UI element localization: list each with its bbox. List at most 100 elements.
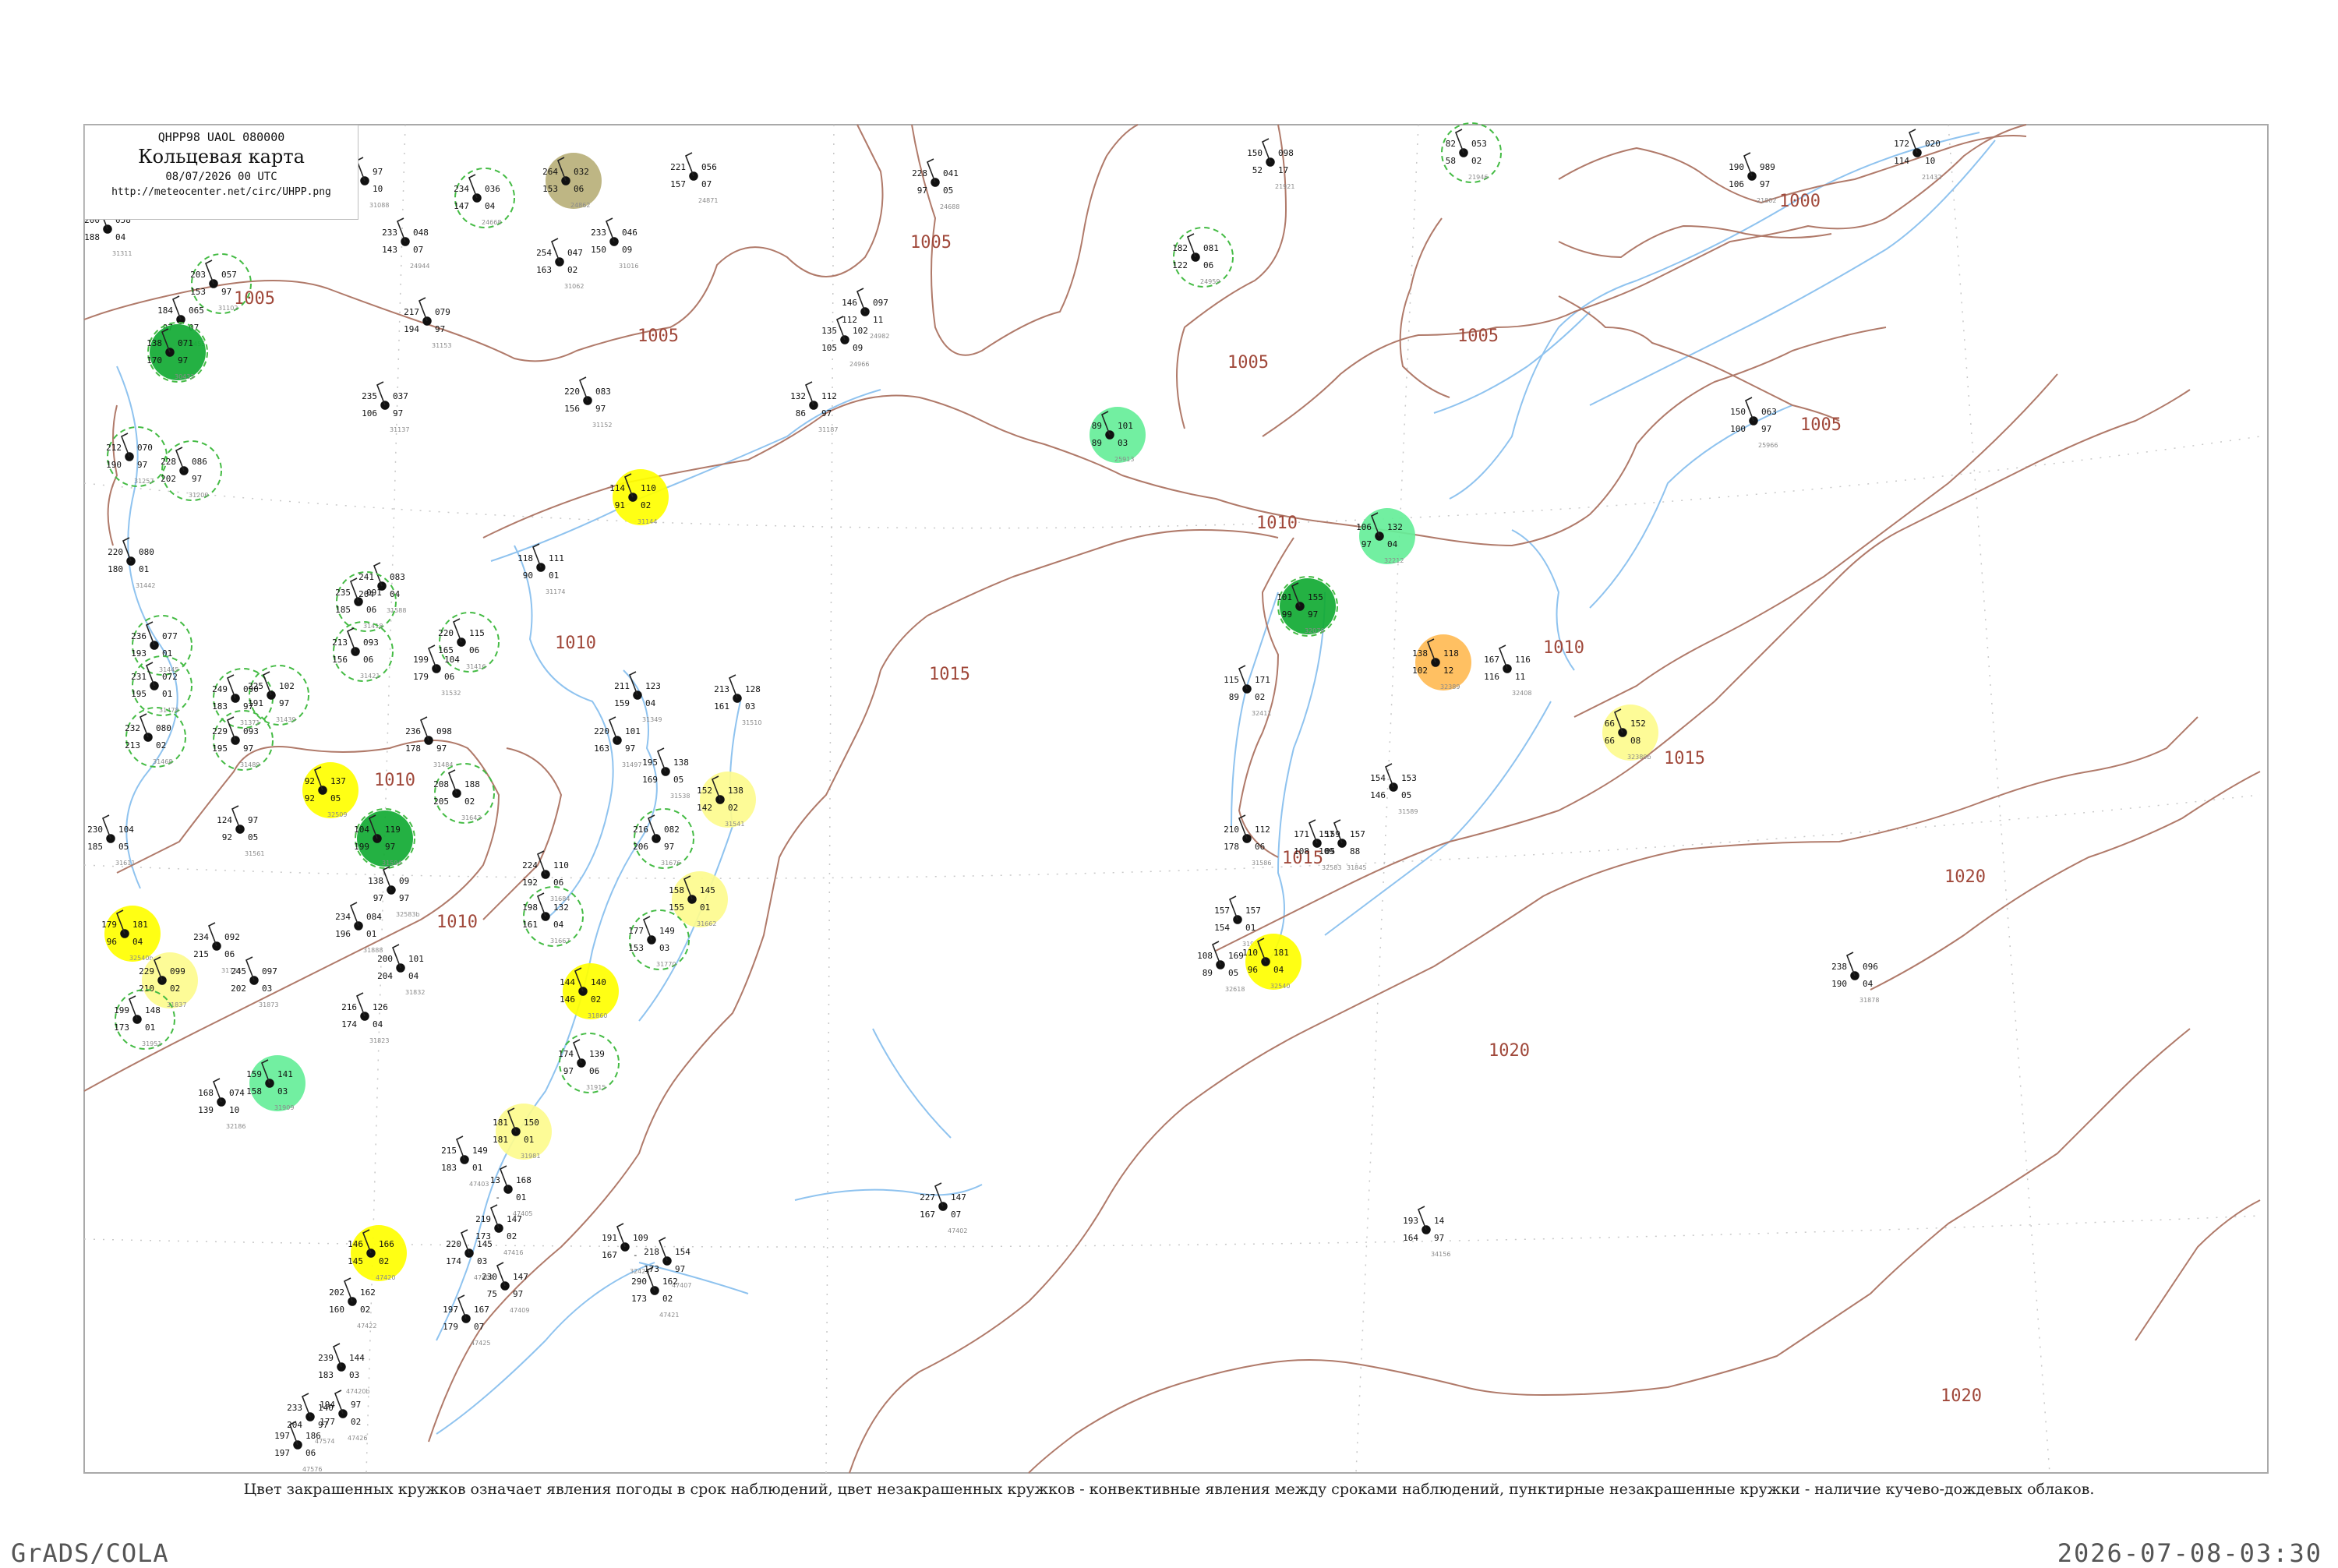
station-plot[interactable]: 138 071 97 170 30433 bbox=[147, 322, 208, 383]
station-plot[interactable]: 150 098 17 52 21921 bbox=[1247, 138, 1294, 190]
station-temperature: 232 bbox=[125, 723, 140, 733]
station-plot[interactable]: 172 020 10 114 21432 bbox=[1894, 129, 1941, 181]
station-plot[interactable]: 89 101 03 89 25913 bbox=[1090, 407, 1146, 463]
station-pressure-tendency: 05 bbox=[1228, 968, 1238, 978]
station-plot[interactable]: 159 141 03 158 31909 bbox=[246, 1055, 305, 1111]
station-plot[interactable]: 202 162 02 160 47422 bbox=[329, 1277, 376, 1330]
station-plot[interactable]: 115 171 02 89 32411 bbox=[1224, 665, 1271, 717]
station-plot[interactable]: 138 118 12 102 32389 bbox=[1412, 634, 1471, 690]
station-plot[interactable]: 191 109-16732425 bbox=[602, 1223, 649, 1275]
station-plot[interactable]: 106 132 04 97 32212 bbox=[1356, 508, 1415, 564]
source-url[interactable]: http://meteocenter.net/circ/UHPP.png bbox=[85, 186, 358, 198]
station-plot[interactable]: 104 119 97 199 31594 bbox=[354, 808, 415, 869]
station-temperature: 154 bbox=[1370, 773, 1386, 783]
station-plot[interactable]: 228 041 05 97 24688 bbox=[912, 158, 959, 210]
station-plot[interactable]: 224 110 06 192 31684 bbox=[522, 850, 570, 902]
station-plot[interactable]: 174 139 06 97 31915 bbox=[558, 1033, 620, 1093]
station-plot[interactable]: 217 079 97 194 31153 bbox=[404, 297, 451, 349]
station-plot[interactable]: 124 97 05 92 31561 bbox=[217, 805, 264, 857]
station-dewpoint: 163 bbox=[536, 265, 552, 275]
station-pressure: 096 bbox=[1863, 962, 1878, 972]
station-plot[interactable]: 245 097 03 202 31873 bbox=[231, 956, 278, 1008]
station-plot[interactable]: 154 153 05 146 31589 bbox=[1370, 763, 1418, 815]
station-plot[interactable]: 195 138 05 169 31538 bbox=[642, 747, 690, 800]
station-plot[interactable]: 254 047 02 163 31062 bbox=[536, 238, 584, 290]
station-plot[interactable]: 146 166 02 145 47420 bbox=[348, 1225, 407, 1281]
station-plot[interactable]: 233 046 09 150 31016 bbox=[591, 217, 638, 270]
station-plot[interactable]: 181 150 01 181 31981 bbox=[493, 1104, 552, 1160]
station-plot[interactable]: 231 0720119531478 bbox=[131, 655, 192, 716]
station-pressure-tendency: 05 bbox=[1325, 846, 1335, 856]
station-plot[interactable]: 13 16801-47405 bbox=[490, 1165, 533, 1217]
station-plot[interactable]: 203 057 97 153 31102 bbox=[190, 253, 252, 314]
station-plot[interactable]: 132 112 97 86 31187 bbox=[790, 381, 838, 433]
isobar-label: 1005 bbox=[1457, 327, 1499, 346]
station-plot[interactable]: 220 083 97 156 31152 bbox=[564, 376, 612, 429]
station-plot[interactable]: 238 096 04 190 31878 bbox=[1831, 952, 1879, 1004]
station-plot[interactable]: 228 086 97 202 31200 bbox=[161, 440, 222, 501]
station-temperature: 195 bbox=[642, 758, 658, 768]
station-plot[interactable]: 168 074 10 139 32186 bbox=[198, 1078, 245, 1130]
station-plot[interactable]: 213 128 03 161 31510 bbox=[714, 674, 761, 726]
station-plot[interactable]: 208 188 02 205 31643 bbox=[433, 763, 495, 824]
station-plot[interactable]: 230 104 05 185 31611 bbox=[87, 814, 135, 867]
station-pressure: 097 bbox=[262, 966, 277, 976]
station-plot[interactable]: 101 155 97 99 32076 bbox=[1277, 576, 1338, 637]
station-plot[interactable]: 144 140 02 146 31860 bbox=[560, 963, 619, 1019]
station-plot[interactable]: 150 063 97 100 25966 bbox=[1730, 397, 1778, 449]
station-plot[interactable]: 108 169 05 89 32618 bbox=[1197, 941, 1245, 993]
wind-barb-icon bbox=[1238, 665, 1248, 690]
station-plot[interactable]: 158 145 01 155 31662 bbox=[669, 871, 728, 927]
station-plot[interactable]: 167 116 11 116 32408 bbox=[1484, 645, 1531, 697]
station-plot[interactable]: 233 048 07 143 24944 bbox=[382, 217, 429, 270]
station-plot[interactable]: 234 036 04 147 24668 bbox=[454, 168, 515, 228]
station-plot[interactable]: 66 152 08 66 32389b bbox=[1602, 705, 1658, 761]
station-plot[interactable]: 235 037 97 106 31137 bbox=[362, 381, 409, 433]
station-index: 32408 bbox=[1512, 690, 1531, 697]
station-plot[interactable]: 264 032 06 153 24862 bbox=[542, 153, 602, 209]
station-index: 47425 bbox=[471, 1340, 490, 1347]
station-plot[interactable]: 199 104 06 179 31532 bbox=[413, 645, 461, 697]
station-pressure-tendency: 01 bbox=[1245, 923, 1256, 933]
station-plot[interactable]: 216 126 04 174 31823 bbox=[341, 992, 389, 1044]
station-plot[interactable]: 239 144 03 183 47420b bbox=[318, 1343, 370, 1395]
station-plot[interactable]: 190 989 97 106 21802 bbox=[1729, 152, 1776, 204]
station-dewpoint: 146 bbox=[1370, 790, 1386, 800]
station-plot[interactable]: 227 147 07 167 47402 bbox=[920, 1182, 967, 1234]
station-plot[interactable]: 199 148 01 173 31951 bbox=[114, 989, 175, 1050]
station-pressure: 074 bbox=[229, 1088, 245, 1098]
station-plot[interactable]: 216 082 97 206 31676 bbox=[633, 808, 694, 869]
station-plot[interactable]: 194 970217747426 bbox=[320, 1390, 367, 1442]
station-plot[interactable]: 82 053 02 58 21946 bbox=[1441, 122, 1502, 183]
station-plot[interactable]: 92 137 05 92 32509 bbox=[302, 762, 358, 818]
station-plot[interactable]: 225 102 97 191 31439 bbox=[248, 665, 309, 726]
station-dewpoint: 210 bbox=[139, 984, 154, 994]
station-index: 31588 bbox=[387, 607, 406, 614]
station-plot[interactable]: 182 081 06 122 24959 bbox=[1172, 227, 1234, 288]
station-plot[interactable]: 232 080 02 213 31468 bbox=[125, 707, 186, 768]
station-dewpoint: 193 bbox=[131, 648, 147, 659]
station-pressure-tendency: 07 bbox=[701, 179, 712, 189]
station-plot[interactable]: 193 14 97 164 34156 bbox=[1403, 1206, 1450, 1258]
station-plot[interactable]: 152 138 02 142 31541 bbox=[697, 772, 756, 828]
station-plot[interactable]: 197 167 07 179 47425 bbox=[443, 1294, 490, 1347]
station-dewpoint: 96 bbox=[107, 937, 117, 947]
station-plot[interactable]: 114 110 02 91 31144 bbox=[609, 469, 669, 525]
station-plot[interactable]: 221 056 07 157 24871 bbox=[670, 152, 718, 204]
station-temperature: 249 bbox=[212, 684, 228, 694]
station-plot[interactable]: 211 123 04 159 31349 bbox=[614, 671, 662, 723]
station-pressure-tendency: 06 bbox=[444, 672, 454, 682]
station-plot[interactable]: 179 181 04 96 32540b bbox=[101, 906, 161, 962]
station-pressure: 150 bbox=[524, 1118, 539, 1128]
station-dewpoint: 197 bbox=[274, 1448, 290, 1458]
station-index: 24862 bbox=[570, 202, 590, 209]
station-temperature: 114 bbox=[609, 483, 625, 493]
station-plot[interactable]: 220 101 97 163 31497 bbox=[594, 716, 641, 768]
station-plot[interactable]: 177 149 03 153 31770 bbox=[628, 909, 690, 970]
station-plot[interactable]: 200 101 04 204 31832 bbox=[377, 944, 425, 996]
station-plot[interactable]: 138 09 97 97 32583b bbox=[368, 866, 420, 918]
station-plot[interactable]: 215 149 01 183 47403 bbox=[441, 1135, 489, 1188]
wind-barb-icon bbox=[332, 1343, 342, 1368]
station-plot[interactable]: 234 084 01 196 31888 bbox=[335, 902, 383, 954]
station-temperature: 220 bbox=[594, 726, 609, 736]
